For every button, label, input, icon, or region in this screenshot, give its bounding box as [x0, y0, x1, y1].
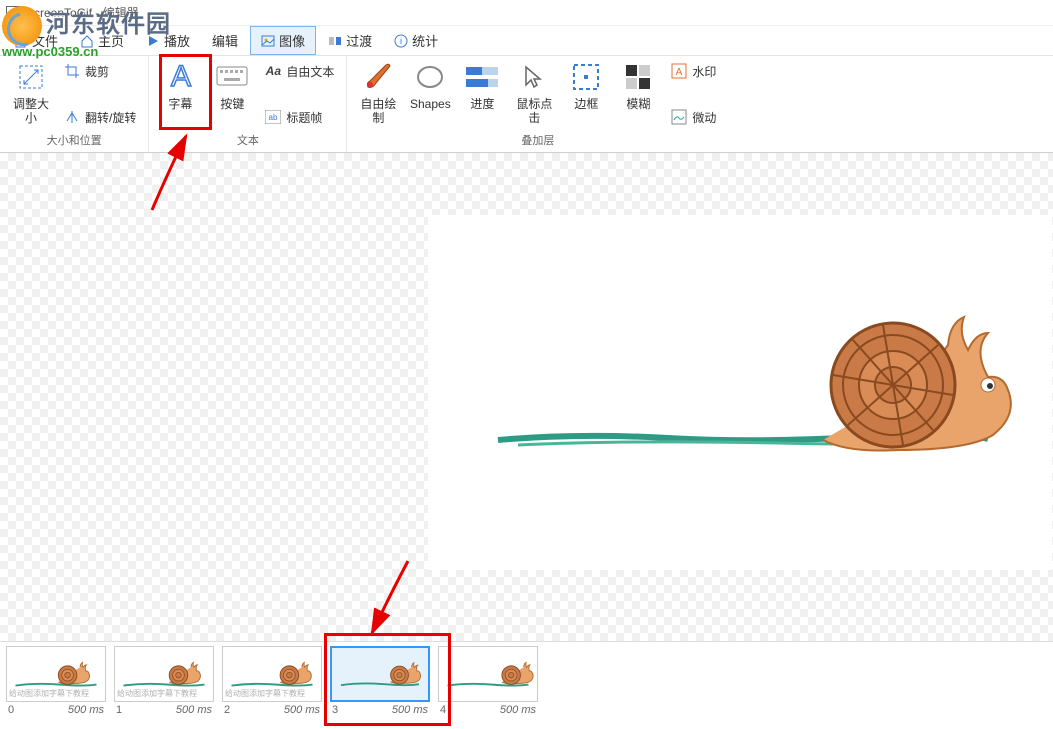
thumb-info: 0 500 ms: [4, 702, 108, 718]
window-title: ScreenToGif - 编辑器: [26, 4, 139, 21]
snail-image: [428, 215, 1052, 570]
thumb-watermark-text: 给动图添加字幕下教程: [225, 688, 305, 699]
thumb-info: 1 500 ms: [112, 702, 216, 718]
thumb-index: 2: [224, 704, 230, 716]
tab-stats[interactable]: i 统计: [384, 27, 448, 54]
progress-button[interactable]: 进度: [457, 58, 507, 130]
brush-icon: [362, 61, 394, 93]
ribbon-group-text: A 字幕 按键 Aa 自由文本 ab 标题帧 文本: [149, 56, 347, 152]
tab-image[interactable]: 图像: [250, 26, 316, 55]
group-label-overlay: 叠加层: [521, 130, 554, 152]
titlebar: ScreenToGif - 编辑器: [0, 0, 1053, 26]
group-label-text: 文本: [237, 130, 259, 152]
thumb-image: [438, 646, 538, 702]
transition-icon: [328, 34, 342, 48]
tab-edit[interactable]: 编辑: [202, 27, 248, 54]
keys-button[interactable]: 按键: [207, 58, 257, 130]
thumb-index: 0: [8, 704, 14, 716]
cinemagraph-button[interactable]: 微动: [665, 106, 722, 128]
resize-button[interactable]: 调整大小: [6, 58, 56, 130]
thumb-image: 给动图添加字幕下教程: [114, 646, 214, 702]
keyboard-icon: [216, 61, 248, 93]
frame-thumb-1[interactable]: 给动图添加字幕下教程 1 500 ms: [112, 646, 216, 718]
mouse-click-button[interactable]: 鼠标点击: [509, 58, 559, 130]
thumb-info: 4 500 ms: [436, 702, 540, 718]
tab-playback[interactable]: 播放: [136, 27, 200, 54]
image-icon: [261, 34, 275, 48]
svg-text:A: A: [171, 60, 191, 93]
flip-rotate-button[interactable]: 翻转/旋转: [58, 106, 142, 128]
border-icon: [570, 61, 602, 93]
thumb-duration: 500 ms: [500, 704, 536, 716]
title-frame-icon: ab: [265, 109, 281, 125]
blur-button[interactable]: 模糊: [613, 58, 663, 130]
thumb-image: 给动图添加字幕下教程: [6, 646, 106, 702]
app-icon: [6, 6, 20, 20]
subtitle-icon: A: [164, 61, 196, 93]
watermark-button[interactable]: A 水印: [665, 60, 722, 82]
thumb-index: 3: [332, 704, 338, 716]
thumb-image: 给动图添加字幕下教程: [222, 646, 322, 702]
watermark-icon: A: [671, 63, 687, 79]
menubar: 文件 主页 播放 编辑 图像 过渡 i 统计: [0, 26, 1053, 56]
title-frame-button[interactable]: ab 标题帧: [259, 106, 340, 128]
border-button[interactable]: 边框: [561, 58, 611, 130]
ribbon-group-size-position: 调整大小 裁剪 翻转/旋转 大小和位置: [0, 56, 149, 152]
tab-transition[interactable]: 过渡: [318, 27, 382, 54]
free-draw-button[interactable]: 自由绘制: [353, 58, 403, 130]
thumb-watermark-text: 给动图添加字幕下教程: [117, 688, 197, 699]
frame-thumb-4[interactable]: 4 500 ms: [436, 646, 540, 718]
frame-thumb-3[interactable]: 3 500 ms: [328, 646, 432, 718]
subtitle-button[interactable]: A 字幕: [155, 58, 205, 130]
flip-rotate-icon: [64, 109, 80, 125]
home-icon: [80, 34, 94, 48]
cinemagraph-icon: [671, 109, 687, 125]
shapes-button[interactable]: Shapes: [405, 58, 455, 130]
thumb-info: 2 500 ms: [220, 702, 324, 718]
free-text-button[interactable]: Aa 自由文本: [259, 60, 340, 82]
free-text-icon: Aa: [265, 63, 281, 79]
blur-icon: [622, 61, 654, 93]
thumb-watermark-text: 给动图添加字幕下教程: [9, 688, 89, 699]
frame-thumb-2[interactable]: 给动图添加字幕下教程 2 500 ms: [220, 646, 324, 718]
frames-strip[interactable]: 给动图添加字幕下教程 0 500 ms 给动图添加字幕下教程 1 500 ms: [0, 641, 1053, 729]
canvas-area[interactable]: [0, 153, 1053, 641]
svg-text:ab: ab: [269, 113, 278, 122]
thumb-image: [330, 646, 430, 702]
crop-icon: [64, 63, 80, 79]
thumb-info: 3 500 ms: [328, 702, 432, 718]
stats-icon: i: [394, 34, 408, 48]
ribbon: 调整大小 裁剪 翻转/旋转 大小和位置 A 字幕: [0, 56, 1053, 153]
ribbon-group-overlay: 自由绘制 Shapes 进度 鼠标点击 边框 模糊: [347, 56, 728, 152]
thumb-index: 4: [440, 704, 446, 716]
play-icon: [146, 34, 160, 48]
frame-preview: [428, 215, 1052, 570]
svg-text:A: A: [676, 67, 683, 78]
thumb-duration: 500 ms: [176, 704, 212, 716]
tab-file[interactable]: 文件: [4, 27, 68, 54]
thumb-index: 1: [116, 704, 122, 716]
thumb-duration: 500 ms: [68, 704, 104, 716]
group-label-size: 大小和位置: [47, 130, 102, 152]
tab-home[interactable]: 主页: [70, 27, 134, 54]
svg-text:i: i: [400, 36, 402, 46]
shapes-icon: [414, 61, 446, 93]
file-icon: [14, 34, 28, 48]
progress-icon: [466, 61, 498, 93]
cursor-icon: [518, 61, 550, 93]
crop-button[interactable]: 裁剪: [58, 60, 142, 82]
resize-icon: [15, 61, 47, 93]
frame-thumb-0[interactable]: 给动图添加字幕下教程 0 500 ms: [4, 646, 108, 718]
thumb-duration: 500 ms: [392, 704, 428, 716]
thumb-duration: 500 ms: [284, 704, 320, 716]
